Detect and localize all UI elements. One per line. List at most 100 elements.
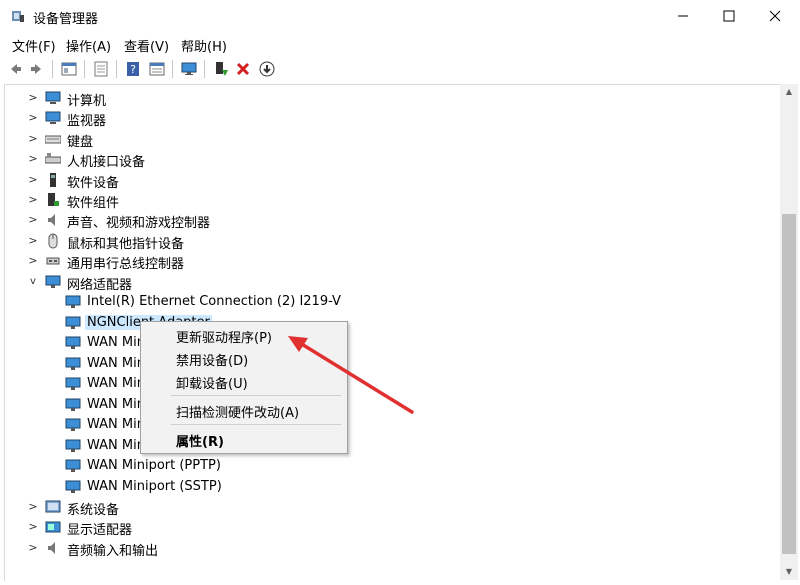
scrollbar-thumb[interactable] [782, 214, 796, 554]
tree-category-mouse[interactable]: > 鼠标和其他指针设备 [5, 231, 775, 252]
help-button[interactable]: ? [122, 58, 144, 80]
network-adapter-item[interactable]: Intel(R) Ethernet Connection (2) I219-V [5, 292, 775, 312]
minimize-icon [678, 15, 688, 17]
tree-category-system-devices[interactable]: > 系统设备 [5, 497, 775, 518]
network-adapter-icon [65, 316, 81, 329]
tree-category-computer[interactable]: > 计算机 [5, 88, 775, 109]
toolbar-separator [172, 60, 173, 78]
network-adapter-icon [65, 398, 81, 411]
tree-category-audio-io[interactable]: > 音频输入和输出 [5, 538, 775, 559]
back-button[interactable] [4, 58, 26, 80]
expand-arrow-icon[interactable]: > [27, 541, 39, 555]
system-device-icon [45, 500, 61, 513]
network-adapter-item[interactable]: WAN Mini [5, 436, 775, 456]
context-properties[interactable]: 属性(R) [176, 431, 224, 450]
back-arrow-icon [11, 64, 21, 74]
device-tree: > 计算机 > 监视器 > 键盘 > 人机接口设备 > 软件设备 > 软件组件 [4, 84, 781, 581]
expand-arrow-icon[interactable]: > [27, 520, 39, 534]
expand-arrow-icon[interactable]: > [27, 213, 39, 227]
network-adapter-item-selected[interactable]: NGNClient Adapter [5, 313, 775, 333]
adapter-label: Intel(R) Ethernet Connection (2) I219-V [87, 294, 341, 309]
category-label: 键盘 [67, 135, 94, 150]
network-adapter-item[interactable]: WAN Miniport (SSTP) [5, 477, 775, 497]
tree-category-network-adapters[interactable]: v 网络适配器 [5, 272, 775, 293]
menu-file[interactable]: 文件(F) [12, 36, 56, 55]
tree-category-display-adapters[interactable]: > 显示适配器 [5, 517, 775, 538]
category-label: 通用串行总线控制器 [67, 257, 185, 272]
properties-icon [61, 62, 77, 76]
adapter-label: WAN Miniport (SSTP) [87, 479, 222, 494]
device-manager-app-icon [12, 11, 24, 22]
context-uninstall-device[interactable]: 卸载设备(U) [176, 373, 248, 392]
tree-category-hid[interactable]: > 人机接口设备 [5, 149, 775, 170]
details-icon [149, 62, 165, 76]
title-bar: 设备管理器 [0, 0, 800, 32]
properties-button[interactable] [58, 58, 80, 80]
expand-arrow-icon[interactable]: > [27, 173, 39, 187]
grid-view-button[interactable] [90, 58, 112, 80]
category-label: 监视器 [67, 114, 107, 129]
context-scan-hardware[interactable]: 扫描检测硬件改动(A) [176, 402, 299, 421]
minimize-button[interactable] [660, 0, 706, 32]
monitor-icon [45, 111, 61, 124]
network-adapter-icon [65, 439, 81, 452]
expand-arrow-icon[interactable]: > [27, 91, 39, 105]
svg-text:?: ? [130, 63, 136, 76]
grid-icon [94, 61, 108, 77]
usb-icon [46, 257, 60, 265]
audio-io-icon [48, 542, 55, 554]
context-update-driver[interactable]: 更新驱动程序(P) [176, 327, 272, 346]
network-adapter-item[interactable]: WAN Mini [5, 333, 775, 353]
network-adapter-item[interactable]: WAN Mini [5, 354, 775, 374]
help-icon: ? [127, 62, 139, 76]
menu-help[interactable]: 帮助(H) [181, 36, 227, 55]
expand-arrow-icon[interactable]: > [27, 111, 39, 125]
tree-category-keyboard[interactable]: > 键盘 [5, 129, 775, 150]
software-device-icon [50, 173, 56, 187]
maximize-button[interactable] [706, 0, 752, 32]
details-button[interactable] [146, 58, 168, 80]
menu-bar: 文件(F) 操作(A) 查看(V) 帮助(H) [0, 32, 800, 55]
scroll-up-icon[interactable]: ▲ [780, 84, 798, 100]
computer-icon [45, 91, 61, 104]
tree-category-monitor[interactable]: > 监视器 [5, 108, 775, 129]
tree-category-software-components[interactable]: > 软件组件 [5, 190, 775, 211]
network-adapter-item[interactable]: WAN Miniport (PPTP) [5, 456, 775, 476]
download-button[interactable] [256, 58, 278, 80]
collapse-arrow-icon[interactable]: v [27, 275, 39, 289]
network-adapter-icon [65, 377, 81, 390]
uninstall-button[interactable] [232, 58, 254, 80]
expand-arrow-icon[interactable]: > [27, 234, 39, 248]
network-adapter-item[interactable]: WAN Mini [5, 395, 775, 415]
monitor-icon [181, 62, 197, 75]
keyboard-icon [45, 135, 61, 144]
expand-arrow-icon[interactable]: > [27, 152, 39, 166]
download-icon [259, 61, 275, 77]
menu-action[interactable]: 操作(A) [66, 36, 111, 55]
tree-category-sound[interactable]: > 声音、视频和游戏控制器 [5, 210, 775, 231]
category-label: 软件设备 [67, 176, 120, 191]
network-adapter-icon [65, 480, 81, 493]
menu-view[interactable]: 查看(V) [124, 36, 169, 55]
network-adapter-item[interactable]: WAN Mini [5, 374, 775, 394]
vertical-scrollbar[interactable]: ▲ ▼ [780, 84, 798, 580]
device-manager-window: 设备管理器 文件(F) 操作(A) 查看(V) 帮助(H) ? > 计算机 > … [0, 0, 800, 585]
window-title: 设备管理器 [33, 12, 99, 27]
update-driver-button[interactable] [210, 58, 232, 80]
network-adapter-item[interactable]: WAN Mini [5, 415, 775, 435]
forward-button[interactable] [26, 58, 48, 80]
close-button[interactable] [752, 0, 798, 32]
expand-arrow-icon[interactable]: > [27, 254, 39, 268]
tree-category-usb[interactable]: > 通用串行总线控制器 [5, 251, 775, 272]
expand-arrow-icon[interactable]: > [27, 193, 39, 207]
expand-arrow-icon[interactable]: > [27, 132, 39, 146]
scan-hardware-button[interactable] [178, 58, 200, 80]
scroll-down-icon[interactable]: ▼ [780, 564, 798, 580]
category-label: 音频输入和输出 [67, 544, 159, 559]
expand-arrow-icon[interactable]: > [27, 500, 39, 514]
category-label: 计算机 [67, 94, 107, 109]
tree-category-software-devices[interactable]: > 软件设备 [5, 170, 775, 191]
software-component-icon [48, 193, 59, 206]
category-label: 软件组件 [67, 196, 120, 211]
context-disable-device[interactable]: 禁用设备(D) [176, 350, 248, 369]
